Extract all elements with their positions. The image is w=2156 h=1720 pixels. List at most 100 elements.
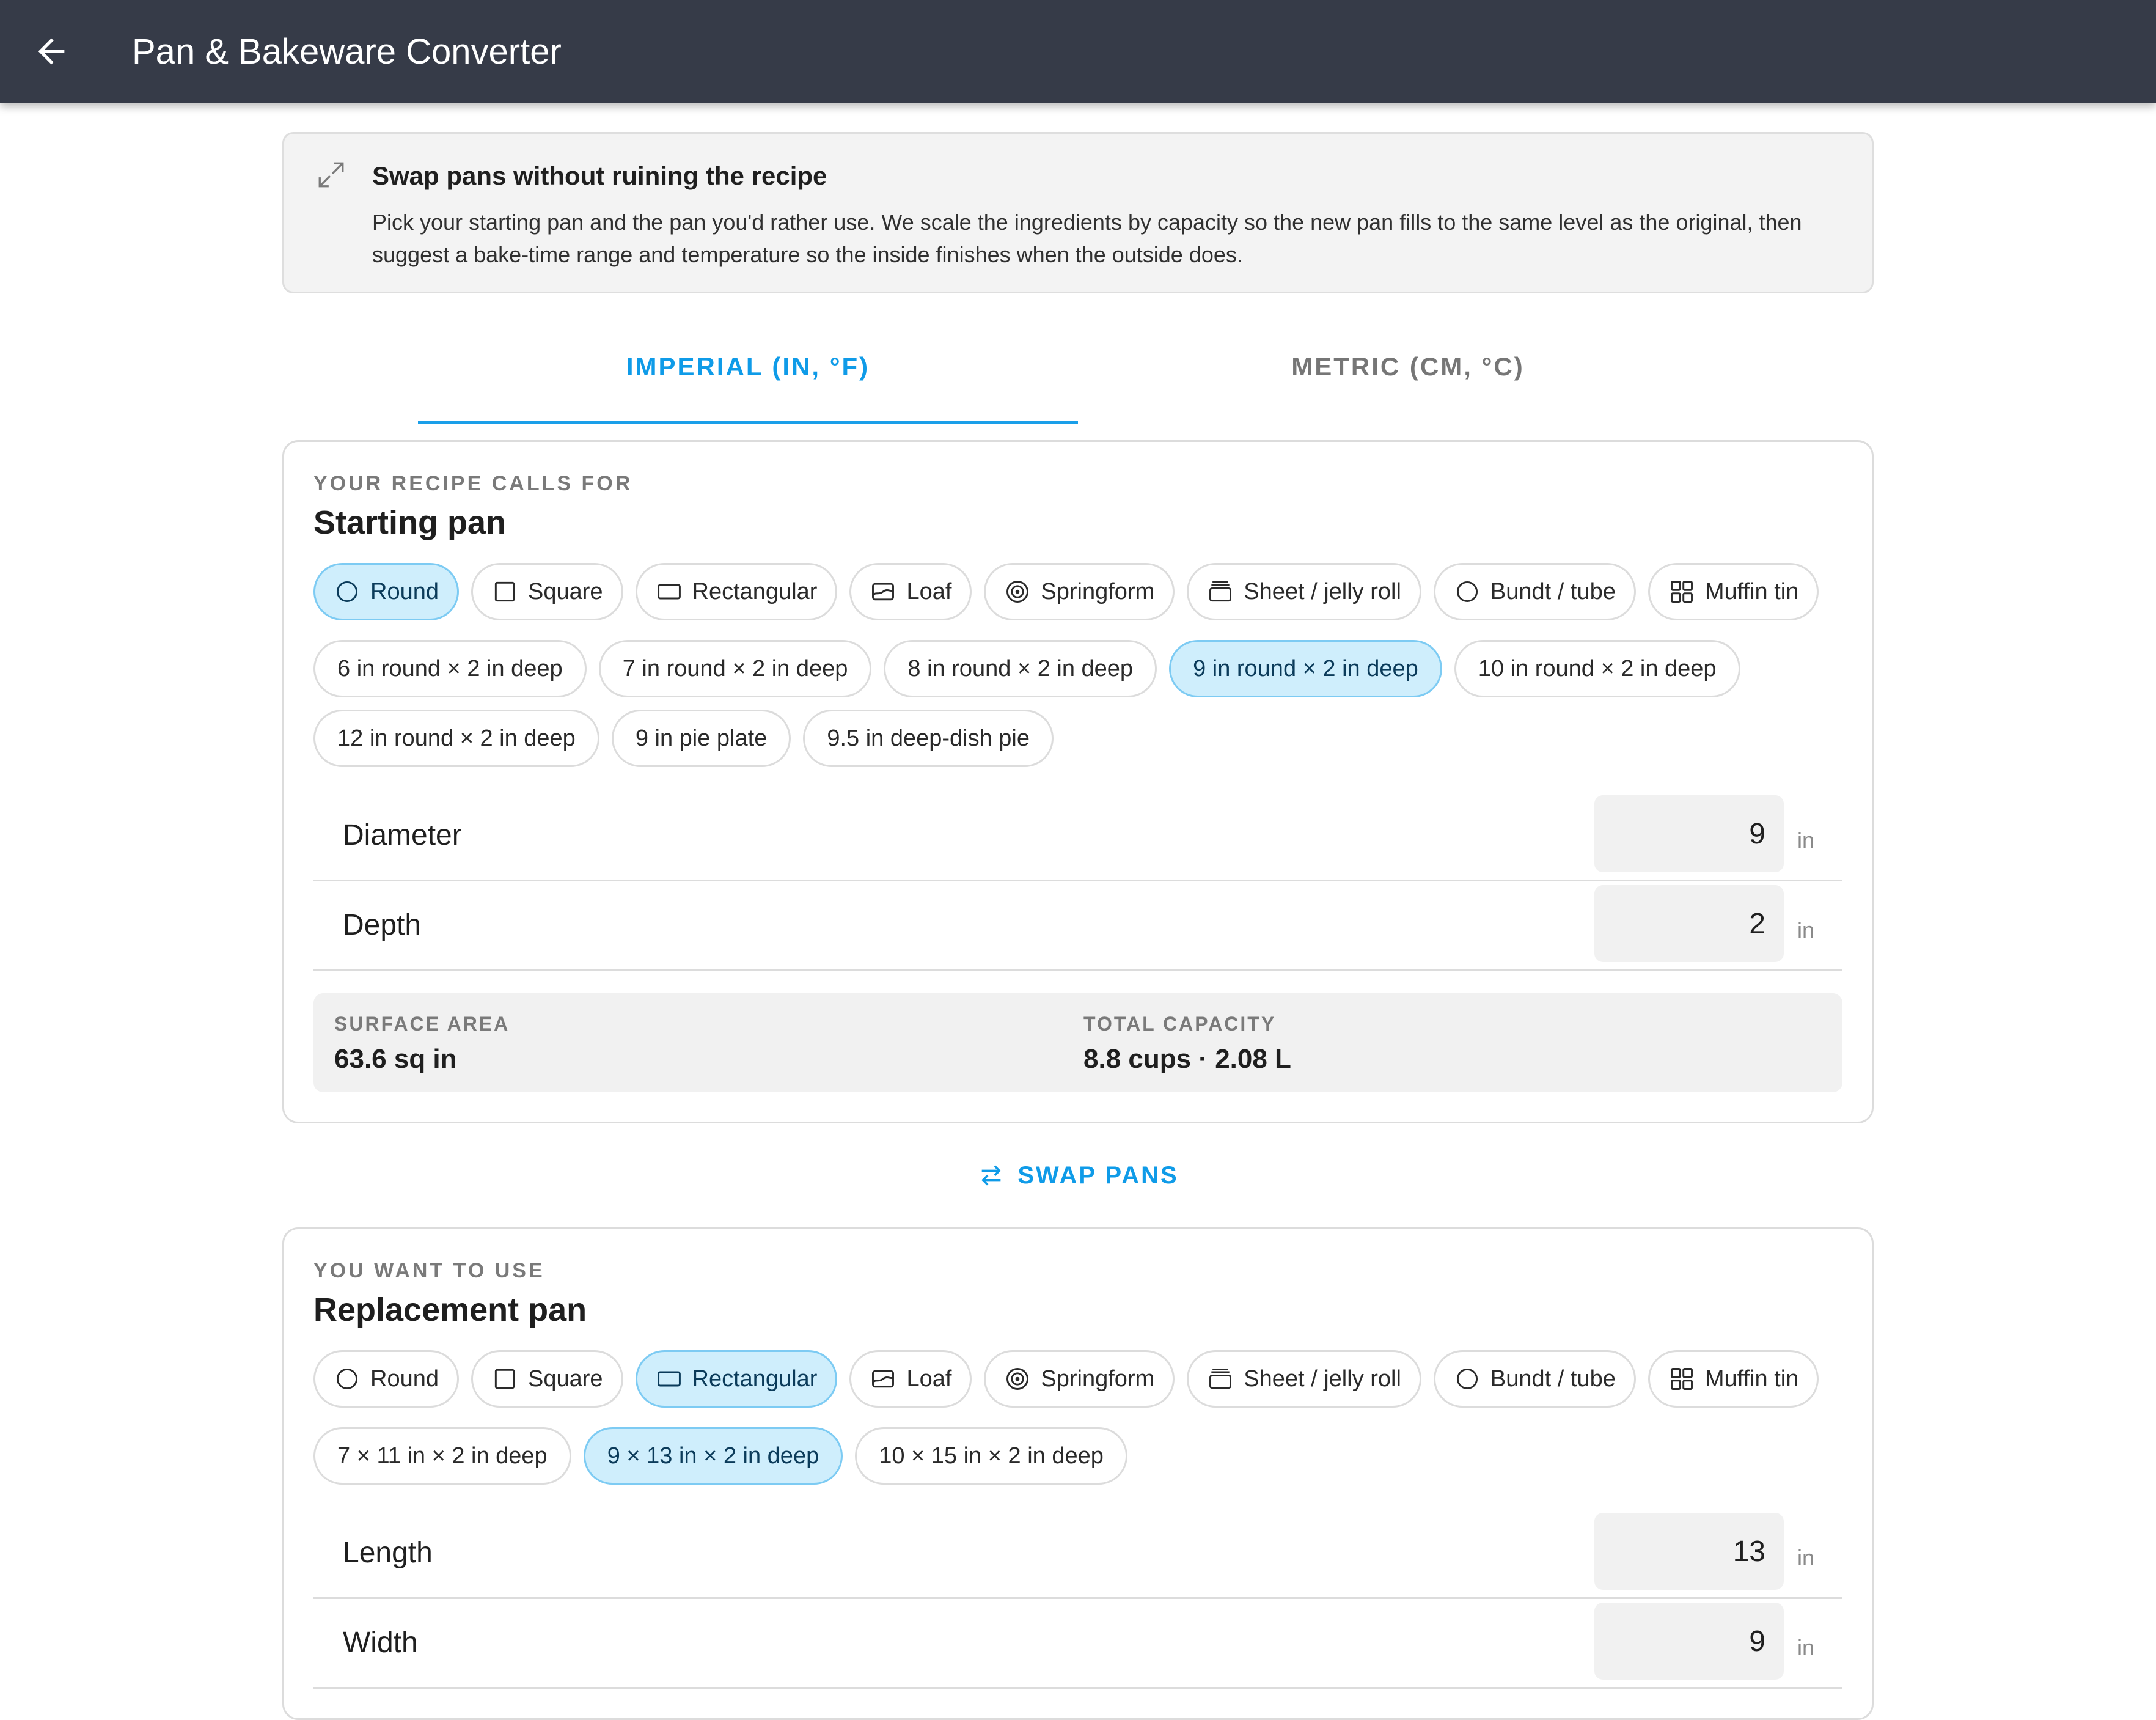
surface-area-label: SURFACE AREA (334, 1013, 510, 1035)
shape-chip-label: Round (370, 578, 439, 605)
starting-stats-panel: SURFACE AREA 63.6 sq in TOTAL CAPACITY 8… (314, 993, 1843, 1092)
replacement-size-chips: 7 × 11 in × 2 in deep 9 × 13 in × 2 in de… (314, 1427, 1843, 1485)
rectangle-icon (657, 584, 681, 600)
arrow-left-icon (38, 38, 65, 65)
starting-size-chip[interactable]: 6 in round × 2 in deep (314, 640, 587, 697)
info-body: Pick your starting pan and the pan you'd… (372, 210, 1802, 267)
starting-shape-chip-sheet-jelly-roll[interactable]: Sheet / jelly roll (1187, 563, 1421, 620)
shape-chip-label: Springform (1041, 1365, 1155, 1392)
shape-chip-label: Rectangular (692, 1365, 818, 1392)
starting-title: Starting pan (314, 504, 507, 541)
starting-eyebrow: YOUR RECIPE CALLS FOR (314, 472, 633, 495)
replacement-shape-chip-bundt-tube[interactable]: Bundt / tube (1433, 1350, 1636, 1408)
bundt-pan-icon (1456, 581, 1478, 603)
muffin-tin-icon (1670, 581, 1693, 603)
replacement-shape-chip-loaf[interactable]: Loaf (849, 1350, 972, 1408)
shape-chip-label: Loaf (906, 1365, 952, 1392)
total-capacity-value: 8.8 cups · 2.08 L (1084, 1044, 1291, 1074)
app-title: Pan & Bakeware Converter (132, 31, 562, 72)
shape-chip-label: Square (527, 578, 603, 605)
swap-pans-label: SWAP PANS (1018, 1161, 1179, 1189)
replacement-shape-chip-square[interactable]: Square (471, 1350, 623, 1408)
shape-chip-label: Round (370, 1365, 439, 1392)
shape-chip-label: Springform (1041, 578, 1155, 605)
width-unit: in (1797, 1635, 1814, 1660)
starting-shape-chip-round[interactable]: Round (314, 563, 459, 620)
shape-chip-label: Rectangular (692, 578, 818, 605)
app-bar: Pan & Bakeware Converter (0, 0, 2156, 103)
total-capacity-stat: TOTAL CAPACITY 8.8 cups · 2.08 L (1084, 1013, 1291, 1075)
back-button[interactable] (15, 15, 88, 88)
replacement-shape-chip-rectangular[interactable]: Rectangular (635, 1350, 838, 1408)
replacement-size-chip[interactable]: 7 × 11 in × 2 in deep (314, 1427, 571, 1485)
starting-shape-chips: Round Square Rectangular Loaf Springform Shee… (314, 563, 1843, 620)
length-label: Length (343, 1537, 433, 1569)
main-content: Swap pans without ruining the recipe Pic… (282, 132, 1874, 1720)
replacement-shape-chip-springform[interactable]: Springform (984, 1350, 1175, 1408)
surface-area-stat: SURFACE AREA 63.6 sq in (334, 1013, 510, 1075)
length-unit: in (1797, 1545, 1814, 1570)
width-row: Width in (314, 1599, 1843, 1689)
replacement-eyebrow: YOU WANT TO USE (314, 1259, 545, 1282)
tab-metric[interactable]: METRIC (CM, °C) (1078, 293, 1738, 440)
tab-imperial[interactable]: IMPERIAL (IN, °F) (418, 293, 1078, 440)
surface-area-value: 63.6 sq in (334, 1044, 457, 1074)
swap-arrows-icon (981, 1165, 1002, 1186)
depth-unit: in (1797, 917, 1814, 943)
shape-chip-label: Muffin tin (1704, 578, 1799, 605)
starting-shape-chip-bundt-tube[interactable]: Bundt / tube (1433, 563, 1636, 620)
shape-chip-label: Loaf (906, 578, 952, 605)
square-icon (494, 581, 515, 602)
replacement-shape-chip-muffin-tin[interactable]: Muffin tin (1648, 1350, 1819, 1408)
loaf-pan-icon (872, 1370, 895, 1388)
resize-diagonal-icon (318, 162, 344, 188)
width-input[interactable] (1594, 1603, 1784, 1680)
width-label: Width (343, 1626, 418, 1659)
replacement-shape-chip-round[interactable]: Round (314, 1350, 459, 1408)
muffin-tin-icon (1670, 1368, 1693, 1390)
unit-tabs: IMPERIAL (IN, °F) METRIC (CM, °C) (282, 293, 1874, 440)
replacement-shape-chips: Round Square Rectangular Loaf Springform Shee… (314, 1350, 1843, 1408)
rectangle-icon (657, 1371, 681, 1387)
bundt-pan-icon (1456, 1368, 1478, 1390)
circle-icon (336, 1368, 358, 1390)
starting-size-chip[interactable]: 10 in round × 2 in deep (1454, 640, 1740, 697)
square-icon (494, 1369, 515, 1389)
starting-size-chip[interactable]: 12 in round × 2 in deep (314, 710, 600, 767)
replacement-size-chip[interactable]: 9 × 13 in × 2 in deep (583, 1427, 843, 1485)
springform-icon (1007, 581, 1029, 603)
starting-shape-chip-springform[interactable]: Springform (984, 563, 1175, 620)
loaf-pan-icon (872, 583, 895, 601)
depth-label: Depth (343, 909, 422, 941)
depth-input[interactable] (1594, 885, 1784, 962)
starting-shape-chip-muffin-tin[interactable]: Muffin tin (1648, 563, 1819, 620)
swap-row: SWAP PANS (282, 1123, 1874, 1227)
diameter-unit: in (1797, 828, 1814, 853)
starting-size-chip[interactable]: 7 in round × 2 in deep (598, 640, 872, 697)
replacement-pan-card: YOU WANT TO USE Replacement pan Round Squ… (282, 1227, 1874, 1720)
swap-pans-button[interactable]: SWAP PANS (977, 1161, 1178, 1189)
starting-size-chip[interactable]: 9.5 in deep-dish pie (803, 710, 1054, 767)
length-input[interactable] (1594, 1513, 1784, 1590)
starting-shape-chip-loaf[interactable]: Loaf (849, 563, 972, 620)
circle-icon (336, 581, 358, 603)
replacement-title: Replacement pan (314, 1292, 587, 1328)
replacement-size-chip[interactable]: 10 × 15 in × 2 in deep (855, 1427, 1128, 1485)
starting-pan-card: YOUR RECIPE CALLS FOR Starting pan Round… (282, 440, 1874, 1123)
starting-size-chip[interactable]: 9 in round × 2 in deep (1169, 640, 1442, 697)
diameter-row: Diameter in (314, 792, 1843, 881)
starting-size-chip[interactable]: 9 in pie plate (611, 710, 791, 767)
depth-row: Depth in (314, 881, 1843, 971)
shape-chip-label: Square (527, 1365, 603, 1392)
starting-size-chips: 6 in round × 2 in deep 7 in round × 2 in … (314, 640, 1843, 767)
sheet-pan-icon (1209, 1368, 1232, 1389)
shape-chip-label: Bundt / tube (1490, 1365, 1616, 1392)
diameter-label: Diameter (343, 819, 462, 851)
replacement-shape-chip-sheet-jelly-roll[interactable]: Sheet / jelly roll (1187, 1350, 1421, 1408)
total-capacity-label: TOTAL CAPACITY (1084, 1013, 1277, 1035)
diameter-input[interactable] (1594, 795, 1784, 872)
starting-size-chip[interactable]: 8 in round × 2 in deep (884, 640, 1157, 697)
tab-indicator (418, 421, 1078, 424)
starting-shape-chip-rectangular[interactable]: Rectangular (635, 563, 838, 620)
starting-shape-chip-square[interactable]: Square (471, 563, 623, 620)
